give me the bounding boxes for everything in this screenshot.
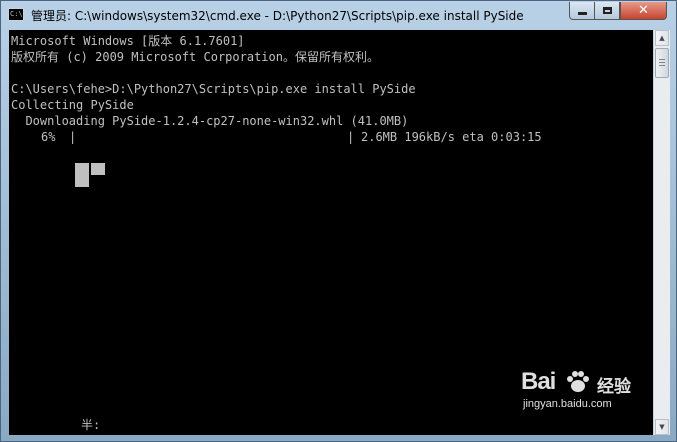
watermark-cn-text: 经验 — [597, 377, 631, 397]
download-progress-row: 6% | | 2.6MB 196kB/s eta 0:03:15 — [11, 129, 611, 187]
console-line: Collecting PySide — [11, 98, 134, 112]
console-line: C:\Users\fehe>D:\Python27\Scripts\pip.ex… — [11, 82, 416, 96]
minimize-button[interactable] — [569, 2, 595, 20]
progress-bar-right-edge: | — [347, 130, 355, 144]
watermark-url: jingyan.baidu.com — [523, 398, 612, 410]
console-line: 版权所有 (c) 2009 Microsoft Corporation。保留所有… — [11, 50, 379, 64]
progress-bar-fill — [75, 131, 117, 187]
window-title: 管理员: C:\windows\system32\cmd.exe - D:\Py… — [31, 9, 524, 23]
progress-bar — [75, 131, 347, 187]
close-icon: ✕ — [638, 2, 649, 18]
console-line: Microsoft Windows [版本 6.1.7601] — [11, 34, 245, 48]
progress-percent: 6% — [41, 130, 56, 144]
paw-icon — [567, 371, 589, 392]
title-bar[interactable]: C:\ 管理员: C:\windows\system32\cmd.exe - D… — [1, 1, 676, 29]
vertical-scrollbar[interactable]: ▲ ▼ — [653, 30, 670, 435]
cmd-icon[interactable]: C:\ — [8, 8, 24, 21]
scroll-up-button[interactable]: ▲ — [655, 30, 669, 46]
cmd-window: C:\ 管理员: C:\windows\system32\cmd.exe - D… — [0, 0, 677, 442]
scroll-thumb[interactable] — [655, 48, 669, 78]
ime-status: 半: — [81, 418, 101, 432]
scroll-down-button[interactable]: ▼ — [655, 419, 669, 435]
download-stats: 2.6MB 196kB/s eta 0:03:15 — [361, 130, 542, 144]
console-line: Downloading PySide-1.2.4-cp27-none-win32… — [11, 114, 409, 128]
maximize-button[interactable] — [594, 2, 620, 20]
minimize-icon — [577, 12, 587, 15]
baidu-jingyan-watermark: Bai 经验 jingyan.baidu.com — [521, 368, 641, 410]
maximize-icon — [602, 7, 612, 14]
watermark-logo-text: Bai — [521, 368, 556, 395]
close-button[interactable]: ✕ — [620, 2, 667, 20]
